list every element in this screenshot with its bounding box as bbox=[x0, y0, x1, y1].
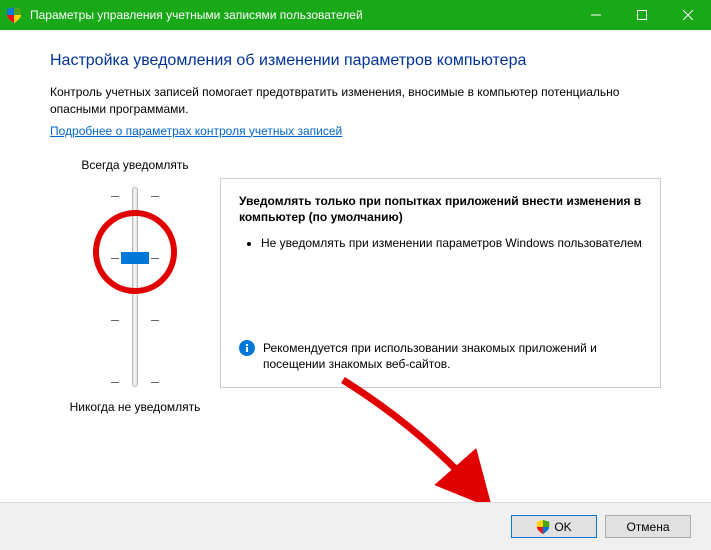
ok-button[interactable]: OK bbox=[511, 515, 597, 538]
info-recommendation-text: Рекомендуется при использовании знакомых… bbox=[263, 340, 642, 372]
uac-slider[interactable] bbox=[132, 187, 138, 387]
info-list: Не уведомлять при изменении параметров W… bbox=[239, 235, 642, 258]
window-title: Параметры управления учетными записями п… bbox=[30, 8, 573, 22]
slider-track-wrap bbox=[50, 182, 220, 392]
close-button[interactable] bbox=[665, 0, 711, 30]
uac-shield-icon bbox=[6, 7, 22, 23]
cancel-button-label: Отмена bbox=[626, 520, 669, 534]
slider-thumb[interactable] bbox=[121, 252, 149, 264]
dialog-footer: OK Отмена bbox=[0, 502, 711, 550]
page-description: Контроль учетных записей помогает предот… bbox=[50, 84, 661, 118]
slider-top-label: Всегда уведомлять bbox=[50, 158, 220, 172]
slider-tick bbox=[111, 320, 159, 321]
slider-tick bbox=[111, 382, 159, 383]
learn-more-link[interactable]: Подробнее о параметрах контроля учетных … bbox=[50, 124, 342, 138]
slider-area: Всегда уведомлять Никогда не уведомлять … bbox=[50, 158, 661, 414]
info-list-item: Не уведомлять при изменении параметров W… bbox=[261, 235, 642, 252]
window-controls bbox=[573, 0, 711, 30]
titlebar: Параметры управления учетными записями п… bbox=[0, 0, 711, 30]
info-recommendation: Рекомендуется при использовании знакомых… bbox=[239, 340, 642, 372]
info-icon bbox=[239, 340, 255, 356]
page-heading: Настройка уведомления об изменении парам… bbox=[50, 52, 661, 70]
notification-info-box: Уведомлять только при попытках приложени… bbox=[220, 178, 661, 388]
content-area: Настройка уведомления об изменении парам… bbox=[0, 30, 711, 414]
slider-bottom-label: Никогда не уведомлять bbox=[50, 400, 220, 414]
slider-column: Всегда уведомлять Никогда не уведомлять bbox=[50, 158, 220, 414]
slider-tick bbox=[111, 196, 159, 197]
minimize-button[interactable] bbox=[573, 0, 619, 30]
cancel-button[interactable]: Отмена bbox=[605, 515, 691, 538]
uac-shield-icon bbox=[536, 520, 550, 534]
ok-button-label: OK bbox=[554, 520, 571, 534]
maximize-button[interactable] bbox=[619, 0, 665, 30]
info-title: Уведомлять только при попытках приложени… bbox=[239, 193, 642, 225]
